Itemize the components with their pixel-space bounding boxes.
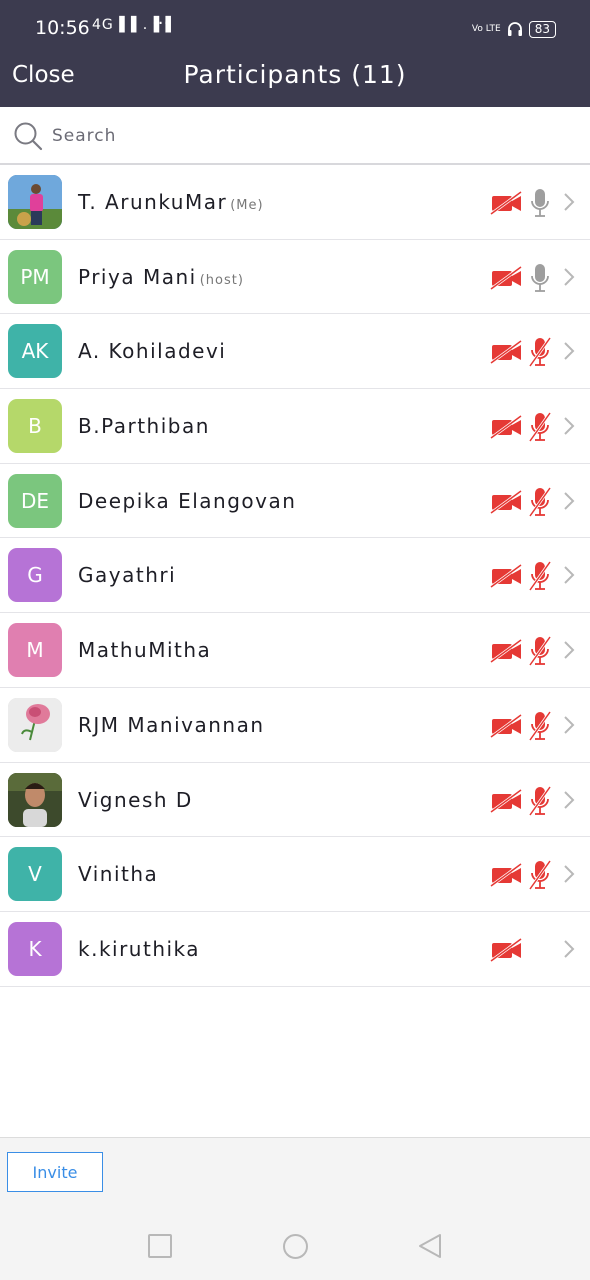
participant-name-text: Vignesh D — [78, 787, 193, 812]
mic-muted-icon — [528, 859, 552, 891]
mic-muted-icon — [528, 560, 552, 592]
video-off-icon — [490, 340, 524, 365]
recent-apps-button[interactable] — [148, 1234, 172, 1258]
status-bar: 10:56 4G▐▐ .▐▐ ··· Vo LTE 83 — [0, 0, 590, 56]
participant-name-text: B.Parthiban — [78, 414, 210, 439]
participant-list: T. ArunkuMar (Me) PM Priya Mani (host) AK A. K… — [0, 165, 590, 987]
chevron-right-icon — [563, 267, 575, 287]
participant-name: T. ArunkuMar (Me) — [78, 190, 264, 214]
status-time: 10:56 — [35, 17, 90, 39]
participant-row[interactable]: T. ArunkuMar (Me) — [0, 165, 590, 240]
participant-name-text: RJM Manivannan — [78, 712, 265, 737]
participant-row[interactable]: Kk.kiruthika — [0, 912, 590, 987]
mic-muted-icon — [528, 635, 552, 667]
video-off-icon — [490, 937, 524, 963]
chevron-right-icon — [563, 341, 575, 361]
video-off-icon — [490, 489, 524, 514]
status-right: Vo LTE 83 — [472, 18, 556, 40]
participant-name: RJM Manivannan — [78, 713, 265, 737]
header: 10:56 4G▐▐ .▐▐ ··· Vo LTE 83 Close Parti… — [0, 0, 590, 107]
chevron-right-icon — [563, 416, 575, 436]
battery-icon: 83 — [528, 20, 556, 38]
mic-muted-icon — [528, 785, 552, 817]
avatar: K — [8, 921, 62, 976]
participant-row[interactable]: DE Deepika Elangovan — [0, 464, 590, 539]
avatar — [8, 175, 62, 229]
avatar: V — [8, 847, 62, 902]
mic-muted-icon — [528, 710, 552, 742]
participant-row[interactable]: B B.Parthiban — [0, 389, 590, 464]
participant-role-tag: (Me) — [230, 198, 264, 213]
participant-name: Gayathri — [78, 563, 176, 587]
chevron-right-icon — [563, 640, 575, 660]
participant-name-text: T. ArunkuMar — [78, 190, 228, 214]
chevron-right-icon — [563, 715, 575, 735]
participant-name: A. Kohiladevi — [78, 339, 226, 363]
chevron-right-icon — [563, 565, 575, 585]
video-off-icon — [490, 713, 524, 739]
video-off-icon — [490, 564, 524, 589]
participant-name: Vinitha — [78, 862, 158, 886]
avatar — [8, 772, 62, 827]
invite-button[interactable]: Invite — [7, 1152, 103, 1192]
avatar: AK — [8, 324, 62, 379]
chevron-right-icon — [563, 939, 575, 959]
participant-row[interactable]: PM Priya Mani (host) — [0, 240, 590, 315]
participant-name: B.Parthiban — [78, 414, 210, 438]
participant-name: Deepika Elangovan — [78, 489, 296, 513]
chevron-right-icon — [563, 864, 575, 884]
participant-row[interactable]: V Vinitha — [0, 837, 590, 912]
participant-row[interactable]: AK A. Kohiladevi — [0, 314, 590, 390]
participant-name-text: Vinitha — [78, 862, 159, 887]
participant-row[interactable]: RJM Manivannan — [0, 688, 590, 763]
participant-name: MathuMitha — [78, 638, 211, 662]
video-off-icon — [490, 190, 524, 216]
participant-name-text: Deepika Elangovan — [78, 488, 297, 513]
mic-muted-icon — [528, 486, 552, 518]
participant-name: Vignesh D — [78, 788, 193, 812]
mic-muted-icon — [528, 336, 552, 368]
avatar — [8, 697, 62, 752]
participant-name-text: Gayathri — [78, 563, 177, 588]
video-off-icon — [490, 788, 524, 813]
mic-muted-icon — [528, 411, 552, 443]
avatar: M — [8, 623, 62, 678]
participant-row[interactable]: M MathuMitha — [0, 613, 590, 688]
avatar: PM — [8, 249, 62, 304]
participant-role-tag: (host) — [199, 272, 244, 288]
search-bar — [0, 107, 590, 165]
more-notifications-icon: ··· — [152, 13, 170, 34]
participant-name-text: k.kiruthika — [78, 936, 201, 961]
mic-icon — [528, 262, 552, 294]
chevron-right-icon — [563, 790, 575, 810]
participant-name-text: MathuMitha — [78, 638, 212, 663]
video-off-icon — [490, 414, 524, 440]
bottom-bar: Invite — [0, 1137, 590, 1280]
mic-icon — [528, 187, 552, 219]
avatar: DE — [8, 473, 62, 528]
participant-row[interactable]: G Gayathri — [0, 538, 590, 614]
participant-name: Priya Mani (host) — [78, 265, 244, 289]
participant-name-text: Priya Mani — [78, 264, 197, 289]
participant-name-text: A. Kohiladevi — [78, 339, 227, 364]
search-icon — [14, 122, 43, 151]
video-off-icon — [490, 265, 524, 290]
headphone-icon — [507, 22, 522, 36]
avatar: G — [8, 548, 62, 603]
search-input[interactable] — [52, 121, 552, 151]
chevron-right-icon — [563, 491, 575, 511]
volte-icon: Vo LTE — [471, 23, 501, 34]
chevron-right-icon — [563, 192, 575, 212]
home-button[interactable] — [283, 1234, 308, 1259]
participant-name: k.kiruthika — [78, 937, 200, 961]
video-off-icon — [490, 638, 524, 664]
avatar: B — [8, 399, 62, 454]
participant-row[interactable]: Vignesh D — [0, 763, 590, 838]
page-title: Participants (11) — [183, 60, 407, 89]
participants-screen: 10:56 4G▐▐ .▐▐ ··· Vo LTE 83 Close Parti… — [0, 0, 590, 1280]
video-off-icon — [490, 862, 524, 888]
back-button[interactable] — [416, 1232, 444, 1260]
